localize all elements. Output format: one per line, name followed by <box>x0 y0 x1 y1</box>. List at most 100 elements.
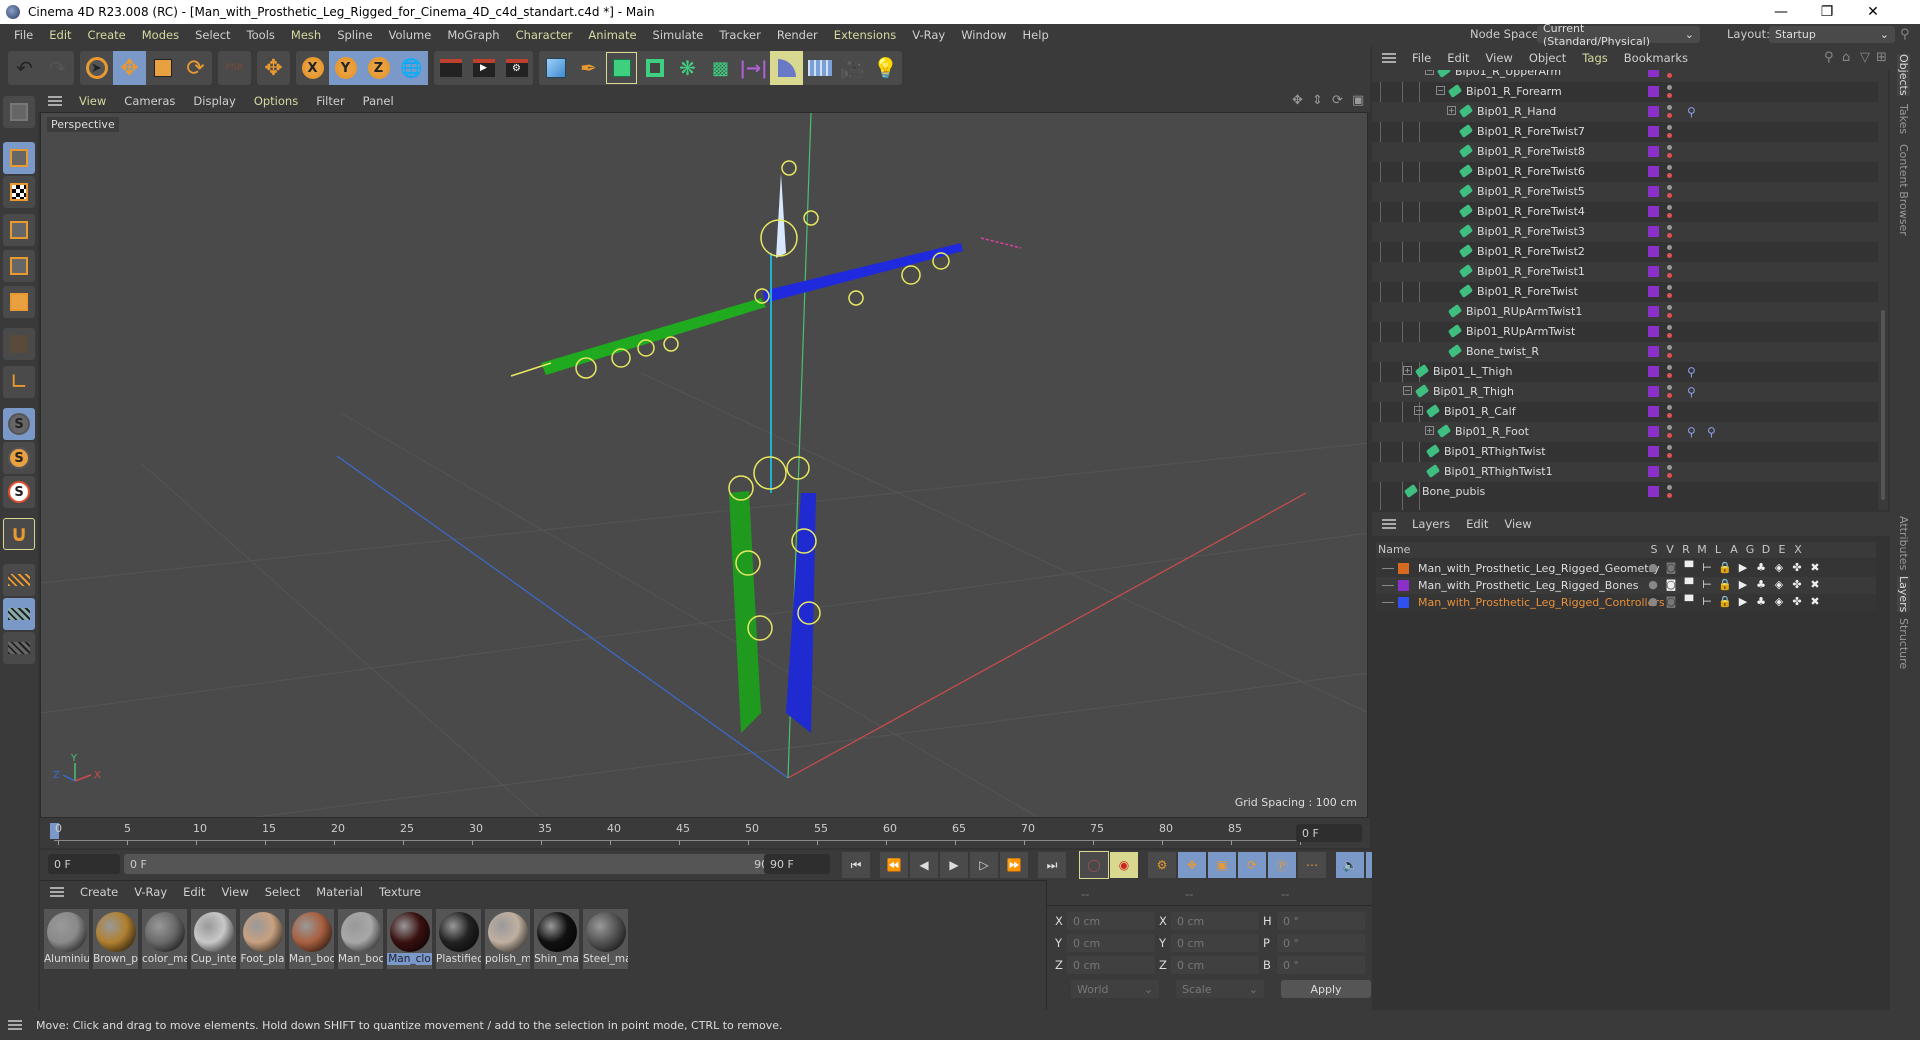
object-row[interactable]: Bip01_R_ForeTwist6 <box>1372 162 1882 182</box>
record-active-button[interactable]: ◯ <box>1079 851 1109 879</box>
layer-row[interactable]: Man_with_Prosthetic_Leg_Rigged_Geometry ●… <box>1376 560 1876 577</box>
menu-edit[interactable]: Edit <box>41 28 79 42</box>
render-visibility-dot[interactable] <box>1667 113 1672 118</box>
snap-settings-button[interactable]: S <box>3 442 35 474</box>
xref-icon[interactable]: ✖ <box>1808 561 1822 574</box>
menu-render[interactable]: Render <box>769 28 826 42</box>
lock-icon[interactable]: 🔒 <box>1718 561 1732 574</box>
render-visibility-dot[interactable] <box>1667 193 1672 198</box>
solo-icon[interactable]: ● <box>1646 578 1660 591</box>
editor-visibility-dot[interactable] <box>1667 305 1672 310</box>
locked-workplane-button[interactable] <box>3 598 35 630</box>
minimize-button[interactable]: — <box>1758 0 1804 24</box>
layer-color-swatch[interactable] <box>1648 266 1659 277</box>
object-row[interactable]: − Bip01_R_Thigh ⚲ <box>1372 382 1882 402</box>
render-visibility-dot[interactable] <box>1667 133 1672 138</box>
size-x-field[interactable]: 0 cm <box>1171 912 1259 930</box>
search-icon[interactable]: ⚲ <box>1824 50 1834 65</box>
layer-color-swatch[interactable] <box>1648 166 1659 177</box>
layer-color-swatch[interactable] <box>1648 70 1659 77</box>
render-visibility-dot[interactable] <box>1667 73 1672 78</box>
lock-icon[interactable]: 🔒 <box>1718 578 1732 591</box>
collapse-icon[interactable]: − <box>1414 406 1423 415</box>
menu-modes[interactable]: Modes <box>134 28 187 42</box>
size-z-field[interactable]: 0 cm <box>1171 956 1259 974</box>
render-visibility-dot[interactable] <box>1667 273 1672 278</box>
deformer-icon[interactable]: ◈ <box>1772 578 1786 591</box>
menu-mesh[interactable]: Mesh <box>283 28 329 42</box>
layer-color-swatch[interactable] <box>1648 406 1659 417</box>
manager-icon[interactable]: ⊢ <box>1700 561 1714 574</box>
rot-h-field[interactable]: 0 ° <box>1277 912 1365 930</box>
deformer-icon[interactable]: ◈ <box>1772 561 1786 574</box>
render-visibility-dot[interactable] <box>1667 173 1672 178</box>
end-frame-field[interactable]: 90 F <box>764 854 830 874</box>
viewport-menu-cameras[interactable]: Cameras <box>115 94 184 108</box>
play-button[interactable]: ▶ <box>940 852 968 878</box>
go-to-end-button[interactable]: ⏭ <box>1038 852 1066 878</box>
expression-icon[interactable]: ✤ <box>1790 595 1804 608</box>
object-row[interactable]: Bip01_R_ForeTwist <box>1372 282 1882 302</box>
rot-p-field[interactable]: 0 ° <box>1277 934 1365 952</box>
layer-color-swatch[interactable] <box>1648 366 1659 377</box>
generator-icon[interactable]: ♣ <box>1754 578 1768 591</box>
viewport-menu-view[interactable]: View <box>70 94 115 108</box>
live-selection-button[interactable]: ➤ <box>80 51 113 85</box>
editor-visibility-dot[interactable] <box>1667 405 1672 410</box>
render-picture-viewer-button[interactable]: ▶ <box>467 51 500 85</box>
editor-visibility-dot[interactable] <box>1667 445 1672 450</box>
new-window-icon[interactable]: ⊞ <box>1876 50 1887 65</box>
render-visibility-dot[interactable] <box>1667 353 1672 358</box>
expand-icon[interactable]: + <box>1447 106 1456 115</box>
material-swatch[interactable]: Foot_pla <box>240 909 285 969</box>
undo-button[interactable]: ↶ <box>8 51 41 85</box>
layer-color-swatch[interactable] <box>1648 106 1659 117</box>
layer-menu-view[interactable]: View <box>1496 517 1539 531</box>
object-menu-edit[interactable]: Edit <box>1439 51 1477 65</box>
start-frame-field[interactable]: 0 F <box>48 854 120 874</box>
material-swatch[interactable]: polish_m <box>485 909 530 969</box>
editor-visibility-dot[interactable] <box>1667 125 1672 130</box>
workplane-mode-button[interactable] <box>3 632 35 664</box>
editor-visibility-dot[interactable] <box>1667 85 1672 90</box>
object-row[interactable]: Bip01_R_ForeTwist7 <box>1372 122 1882 142</box>
keyframe-selection-button[interactable]: ⚙ <box>1148 852 1176 878</box>
layer-color-swatch[interactable] <box>1648 206 1659 217</box>
layer-color-swatch[interactable] <box>1648 246 1659 257</box>
material-menu-select[interactable]: Select <box>257 885 308 899</box>
material-swatch[interactable]: Brown_p <box>93 909 138 969</box>
material-swatch[interactable]: Man_boc <box>338 909 383 969</box>
next-key-button[interactable]: ⏩ <box>1000 852 1028 878</box>
object-row[interactable]: Bip01_RUpArmTwist <box>1372 322 1882 342</box>
material-menu-view[interactable]: View <box>213 885 256 899</box>
editor-visibility-dot[interactable] <box>1667 265 1672 270</box>
menu-vray[interactable]: V-Ray <box>904 28 953 42</box>
material-swatch[interactable]: Cup_inte <box>191 909 236 969</box>
ik-tag-icon[interactable]: ⚲ <box>1687 365 1696 379</box>
solo-icon[interactable]: ● <box>1646 561 1660 574</box>
layer-row[interactable]: Man_with_Prosthetic_Leg_Rigged_Controlle… <box>1376 594 1876 611</box>
animation-icon[interactable]: ▶ <box>1736 595 1750 608</box>
viewport-menu-filter[interactable]: Filter <box>307 94 353 108</box>
ik-tag-icon[interactable]: ⚲ <box>1687 385 1696 399</box>
object-menu-bookmarks[interactable]: Bookmarks <box>1616 51 1696 65</box>
move-button[interactable]: ✥ <box>113 51 146 85</box>
maximize-view-icon[interactable]: ▣ <box>1352 93 1364 108</box>
solo-icon[interactable]: ● <box>1646 595 1660 608</box>
search-icon[interactable]: ⚲ <box>1900 27 1910 42</box>
layer-name[interactable]: Man_with_Prosthetic_Leg_Rigged_Bones <box>1418 579 1639 592</box>
render-view-button[interactable] <box>434 51 467 85</box>
hamburger-menu-icon[interactable] <box>1382 53 1396 63</box>
render-visibility-dot[interactable] <box>1667 213 1672 218</box>
object-row[interactable]: Bip01_R_ForeTwist3 <box>1372 222 1882 242</box>
points-mode-button[interactable] <box>3 214 35 246</box>
snap-button[interactable]: S <box>3 408 35 440</box>
object-row[interactable]: Bip01_R_ForeTwist1 <box>1372 262 1882 282</box>
viewport-menu-panel[interactable]: Panel <box>354 94 403 108</box>
layer-color-swatch[interactable] <box>1648 326 1659 337</box>
key-position-button[interactable]: ✥ <box>1178 852 1206 878</box>
hamburger-menu-icon[interactable] <box>8 1020 22 1030</box>
layer-menu-layers[interactable]: Layers <box>1404 517 1458 531</box>
layer-color-swatch[interactable] <box>1398 563 1409 574</box>
tweak-button[interactable]: ∪ <box>3 518 35 550</box>
